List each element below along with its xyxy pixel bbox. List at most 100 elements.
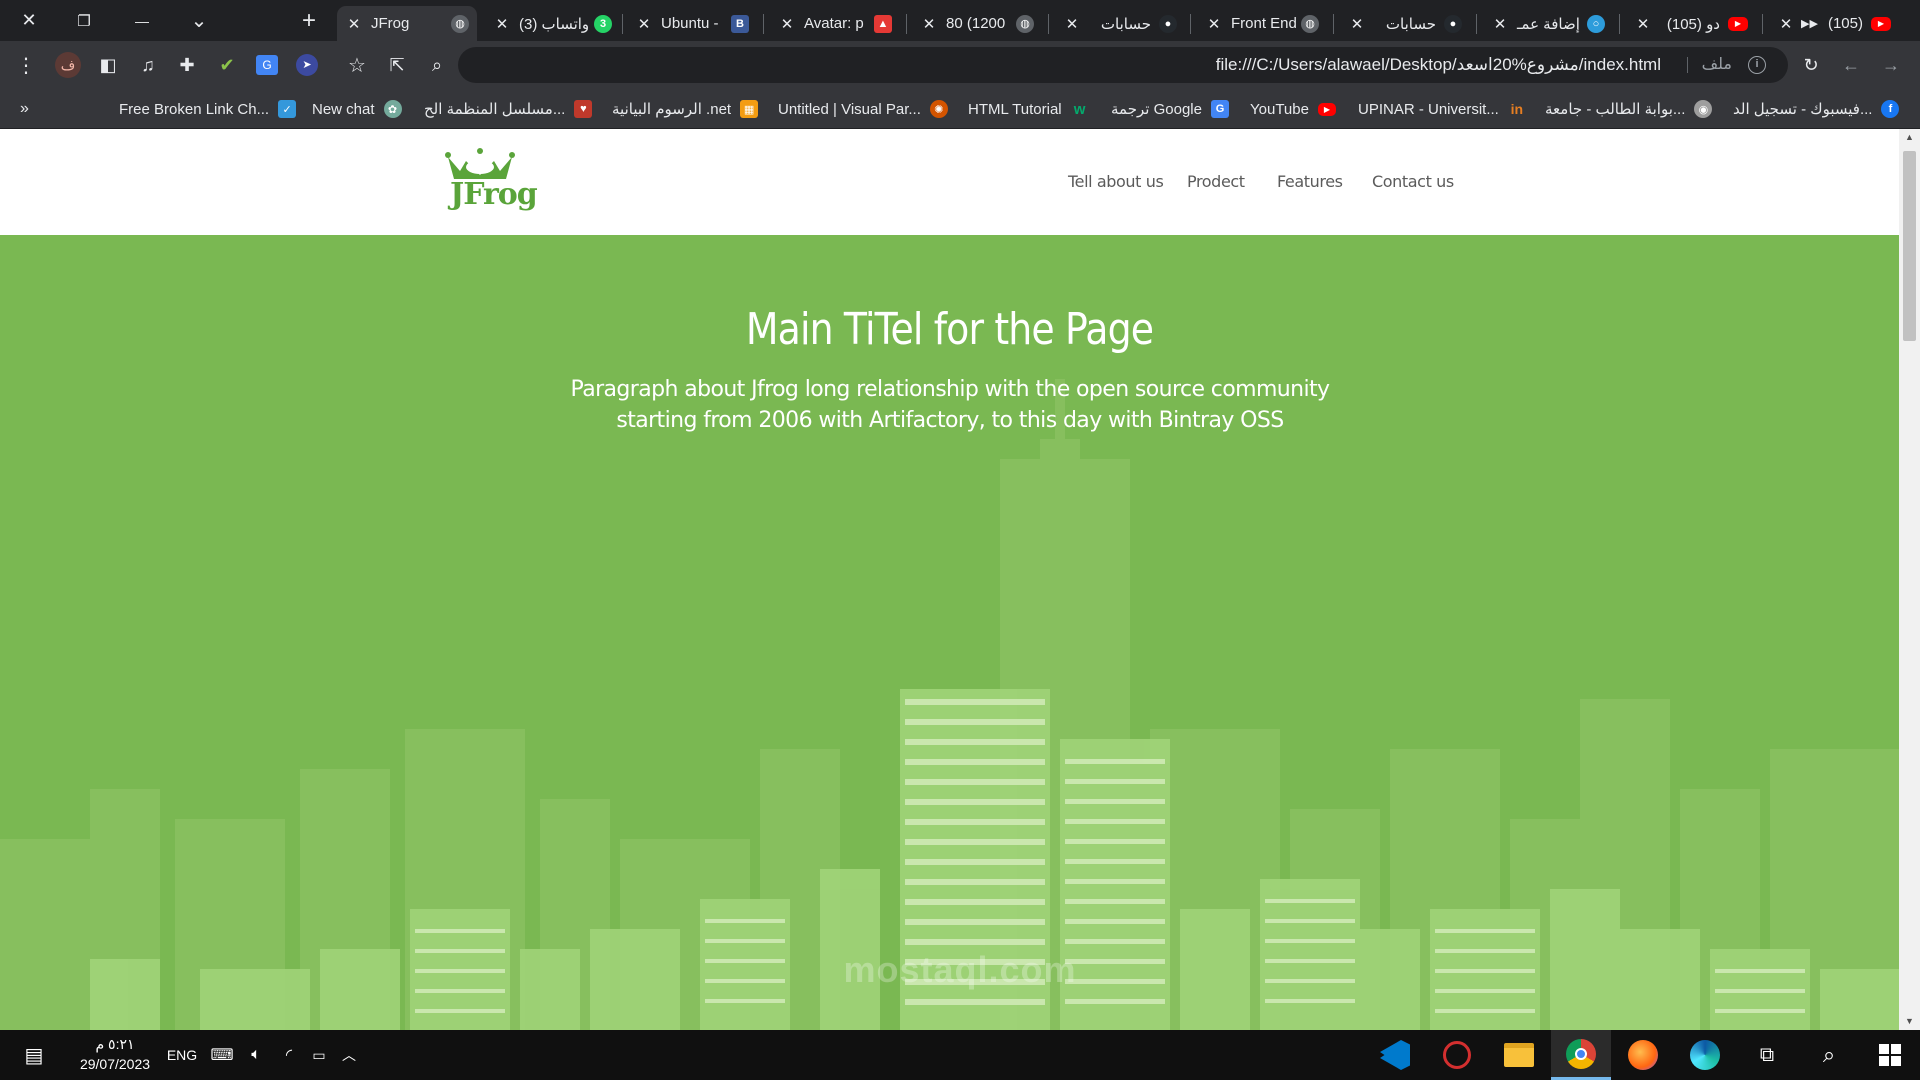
side-panel-icon[interactable]: ◧	[92, 49, 124, 81]
taskbar-start[interactable]	[1860, 1030, 1920, 1080]
tab-accounts-1[interactable]: ✕ حسابات ●	[1055, 6, 1185, 41]
scroll-thumb[interactable]	[1903, 151, 1916, 341]
bookmark-html-tutorial[interactable]: HTML Tutorial w	[968, 89, 1089, 129]
menu-kebab-icon[interactable]: ⋮	[10, 49, 42, 81]
tab-front-end[interactable]: ✕ Front End ◍	[1197, 6, 1327, 41]
language-indicator[interactable]: ENG	[162, 1030, 202, 1080]
cursor-extension-icon[interactable]: ➤	[291, 49, 323, 81]
github-icon: ●	[1159, 14, 1177, 33]
tab-add-work[interactable]: ✕ إضافة عمـ ○	[1483, 6, 1613, 41]
share-icon[interactable]: ⇱	[381, 49, 413, 81]
translate-icon: G	[1210, 100, 1229, 118]
page-scrollbar[interactable]: ▲ ▼	[1899, 129, 1920, 1030]
reading-list-icon[interactable]: ♫	[132, 49, 164, 81]
back-arrow-icon[interactable]: →	[1875, 49, 1907, 81]
tab-search-button[interactable]: ⌄	[170, 0, 228, 41]
tab-avatar[interactable]: ✕ Avatar: p ▲	[770, 6, 900, 41]
tab-ubuntu[interactable]: ✕ Ubuntu - B	[627, 6, 757, 41]
bookmark-new-chat[interactable]: New chat ✿	[312, 89, 402, 129]
tab-title: Front End	[1231, 15, 1297, 32]
reload-icon[interactable]: ↻	[1795, 49, 1827, 81]
url-text[interactable]: file:///C:/Users/alawael/Desktop/مشروع%2…	[1216, 47, 1661, 83]
tab-separator	[1333, 14, 1334, 34]
bookmark-series[interactable]: مسلسل المنظمة الح... ♥	[424, 89, 593, 129]
nav-link-contact-us[interactable]: Contact us	[1372, 172, 1454, 191]
profile-button[interactable]: ف	[52, 49, 84, 81]
bookmark-broken-link[interactable]: Free Broken Link Ch... ✓	[119, 89, 297, 129]
globe-icon: ◍	[451, 14, 469, 33]
close-tab-icon[interactable]: ✕	[778, 15, 796, 33]
taskbar-search[interactable]: ⌕	[1799, 1030, 1859, 1080]
page-viewport: JFrog Tell about us Prodect Features Con…	[0, 129, 1899, 1030]
taskbar-red-app[interactable]	[1427, 1030, 1487, 1080]
battery-icon[interactable]: ▭	[305, 1030, 333, 1080]
nav-link-tell-about-us[interactable]: Tell about us	[1068, 172, 1164, 191]
chevron-up-icon[interactable]: ︿	[336, 1030, 362, 1080]
bookmark-charts[interactable]: الرسوم البيانية .net ▦	[612, 89, 759, 129]
tab-accounts-2[interactable]: ✕ حسابات ●	[1340, 6, 1470, 41]
restore-window-button[interactable]: ❐	[55, 0, 113, 41]
close-tab-icon[interactable]: ✕	[345, 15, 363, 33]
tab-80-1200[interactable]: ✕ 80 (1200 ◍	[912, 6, 1042, 41]
jfrog-logo[interactable]: JFrog	[442, 145, 538, 219]
close-tab-icon[interactable]: ✕	[493, 15, 511, 33]
close-window-button[interactable]: ✕	[0, 0, 58, 41]
nav-link-product[interactable]: Prodect	[1187, 172, 1245, 191]
notification-center-icon[interactable]: ▤	[14, 1030, 54, 1080]
tab-youtube-2[interactable]: ✕ ▶▶ (105) ▶	[1769, 6, 1899, 41]
taskbar-edge[interactable]	[1675, 1030, 1735, 1080]
tab-separator	[1476, 14, 1477, 34]
double-chevron-icon: »	[20, 100, 29, 117]
forward-arrow-icon[interactable]: ←	[1835, 49, 1867, 81]
clock-time: ٥:٢١ م	[95, 1036, 135, 1052]
taskbar-vscode[interactable]	[1365, 1030, 1425, 1080]
address-bar[interactable]: file:///C:/Users/alawael/Desktop/مشروع%2…	[458, 47, 1788, 83]
system-clock[interactable]: ٥:٢١ م 29/07/2023	[70, 1034, 160, 1074]
taskbar-task-view[interactable]: ⧉	[1737, 1030, 1797, 1080]
bookmark-youtube[interactable]: YouTube ▶	[1250, 89, 1336, 129]
keyboard-icon[interactable]: ⌨	[207, 1030, 237, 1080]
checkmark-extension-icon[interactable]: ✔	[211, 49, 243, 81]
tab-whatsapp[interactable]: ✕ (3) واتساب 3	[485, 6, 620, 41]
close-tab-icon[interactable]: ✕	[1205, 15, 1223, 33]
volume-icon[interactable]: 🔈︎	[242, 1030, 270, 1080]
bookmark-star-icon[interactable]: ☆	[341, 49, 373, 81]
tab-title: 80 (1200	[946, 15, 1006, 32]
extensions-icon[interactable]: ✚	[171, 49, 203, 81]
taskbar-firefox[interactable]	[1613, 1030, 1673, 1080]
bookmark-student-portal[interactable]: بوابة الطالب - جامعة... ◉	[1545, 89, 1713, 129]
taskbar-file-explorer[interactable]	[1489, 1030, 1549, 1080]
close-tab-icon[interactable]: ✕	[635, 15, 653, 33]
close-tab-icon[interactable]: ✕	[1777, 15, 1795, 33]
wifi-icon[interactable]: ◜	[275, 1030, 303, 1080]
translate-extension-icon[interactable]: G	[251, 49, 283, 81]
info-icon[interactable]: i	[1748, 56, 1766, 74]
close-tab-icon[interactable]: ✕	[1063, 15, 1081, 33]
nav-link-features[interactable]: Features	[1277, 172, 1343, 191]
bookmark-facebook[interactable]: فيسبوك - تسجيل الد... f	[1733, 89, 1900, 129]
close-tab-icon[interactable]: ✕	[1634, 15, 1652, 33]
bookmark-google-translate[interactable]: ترجمة Google G	[1111, 89, 1229, 129]
upinar-icon: in	[1510, 101, 1524, 117]
bookmarks-bar: » Free Broken Link Ch... ✓ New chat ✿ مس…	[0, 89, 1920, 129]
taskbar-chrome[interactable]	[1551, 1030, 1611, 1080]
bookmark-upinar[interactable]: UPINAR - Universit... in	[1358, 89, 1526, 129]
new-tab-button[interactable]: +	[280, 0, 338, 41]
close-tab-icon[interactable]: ✕	[1348, 15, 1366, 33]
close-tab-icon[interactable]: ✕	[1491, 15, 1509, 33]
zoom-lens-icon[interactable]: ⌕	[421, 49, 453, 81]
close-tab-icon[interactable]: ✕	[920, 15, 938, 33]
github-icon: ●	[1444, 14, 1462, 33]
chevron-down-icon: ⌄	[190, 10, 208, 32]
youtube-icon: ▶	[1871, 16, 1891, 31]
bookmark-visual-paradigm[interactable]: Untitled | Visual Par... ✺	[778, 89, 948, 129]
scroll-up-arrow-icon[interactable]: ▲	[1899, 129, 1920, 146]
bookmark-label: New chat	[312, 100, 375, 118]
scroll-down-arrow-icon[interactable]: ▼	[1899, 1013, 1920, 1030]
firefox-icon	[1628, 1040, 1658, 1070]
tab-jfrog[interactable]: ✕ JFrog ◍	[337, 6, 477, 41]
more-bookmarks-button[interactable]: »	[20, 89, 29, 129]
tab-youtube-1[interactable]: ✕ (105) دو ▶	[1626, 6, 1756, 41]
watermark: mostaql.com	[843, 949, 1077, 990]
minimize-window-button[interactable]: —	[113, 0, 171, 41]
